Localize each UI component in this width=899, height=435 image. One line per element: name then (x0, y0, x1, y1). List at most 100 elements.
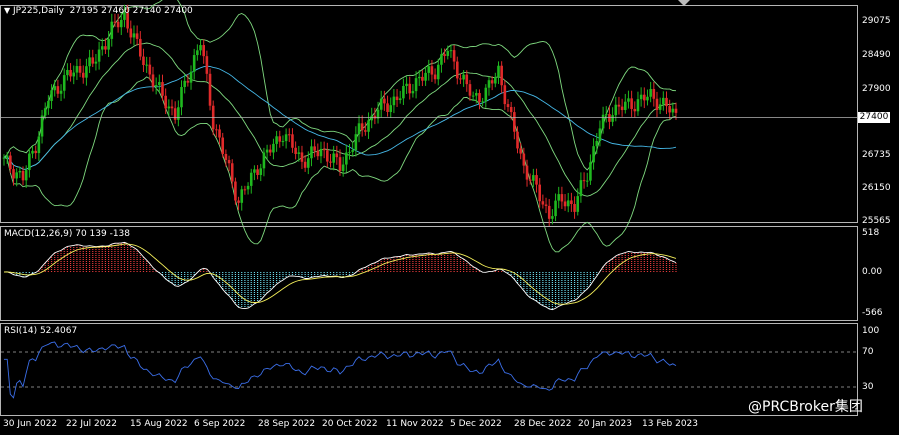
candle-body (519, 148, 522, 154)
candle-body (192, 55, 196, 72)
candle-body (386, 103, 389, 112)
candle-body (9, 155, 12, 170)
candle-body (506, 104, 510, 108)
candle-body (668, 106, 671, 113)
candle-body (516, 131, 519, 149)
candle-body (281, 141, 285, 143)
candle-body (620, 106, 624, 111)
candle-body (85, 66, 88, 78)
candle-body (503, 85, 507, 105)
price-tick: 29075 (862, 16, 891, 26)
candle-body (202, 45, 205, 57)
candle-body (332, 153, 335, 163)
candle-body (525, 165, 529, 180)
candle-body (5, 155, 9, 158)
candle-body (604, 114, 608, 116)
candle-body (649, 88, 652, 97)
candle-body (462, 74, 465, 80)
candle-body (639, 94, 643, 100)
price-tick: 27900 (862, 84, 891, 94)
candle-body (614, 104, 618, 116)
candle-body (528, 179, 532, 181)
candle-body (199, 45, 202, 51)
candle-body (338, 157, 342, 172)
candle-body (28, 153, 31, 171)
dropdown-arrow-icon[interactable]: ▼ (4, 6, 10, 15)
candle-body (446, 51, 450, 56)
candle-body (563, 201, 567, 207)
chart-canvas[interactable] (0, 0, 899, 435)
candle-body (12, 169, 15, 179)
candle-body (351, 150, 354, 152)
candle-body (265, 149, 269, 153)
candle-body (383, 98, 386, 104)
candle-body (598, 128, 602, 142)
candle-body (348, 151, 351, 153)
candle-body (313, 146, 316, 151)
candle-body (497, 65, 500, 77)
date-label: 5 Dec 2022 (450, 419, 502, 429)
candle-body (234, 181, 237, 201)
candle-body (50, 90, 53, 102)
candle-body (665, 97, 668, 107)
candle-body (449, 50, 453, 52)
rsi-tick: 30 (862, 382, 874, 392)
candle-body (227, 159, 231, 164)
candle-body (34, 150, 37, 154)
candle-body (443, 54, 446, 56)
date-label: 13 Feb 2023 (642, 419, 699, 429)
rsi-tick: 100 (862, 326, 880, 336)
candle-body (643, 94, 646, 101)
candle-body (53, 86, 57, 91)
price-tick: 26735 (862, 150, 891, 160)
candle-body (69, 69, 72, 77)
candle-body (509, 107, 513, 113)
candle-body (119, 19, 123, 28)
candle-body (411, 91, 415, 94)
candle-body (658, 104, 662, 110)
candle-body (367, 120, 370, 132)
date-label: 20 Oct 2022 (322, 419, 378, 429)
candle-body (490, 80, 494, 84)
candle-body (272, 143, 275, 153)
candle-body (94, 61, 98, 64)
price-tick: 25565 (862, 216, 891, 226)
candle-body (183, 80, 186, 88)
chart-header: ▼ JP225,Daily 27195 27460 27140 27400 (4, 6, 193, 16)
candle-body (104, 46, 107, 50)
macd-label: MACD(12,26,9) 70 139 -138 (4, 229, 130, 239)
candle-body (459, 78, 462, 80)
date-label: 22 Jul 2022 (66, 419, 117, 429)
candle-body (256, 169, 259, 175)
candle-body (582, 180, 586, 182)
candle-body (78, 66, 82, 73)
candle-body (97, 49, 101, 62)
candle-body (627, 98, 630, 102)
candle-body (262, 152, 266, 169)
macd-tick: -566 (862, 308, 883, 318)
candle-body (47, 101, 50, 109)
candle-body (43, 108, 47, 116)
candle-body (164, 95, 167, 109)
candle-body (541, 201, 545, 205)
candle-body (364, 130, 367, 132)
candle-body (15, 172, 18, 179)
candle-body (37, 136, 41, 154)
candle-body (142, 56, 145, 65)
candle-body (592, 146, 595, 163)
candle-body (357, 123, 361, 135)
candle-body (75, 66, 79, 73)
candle-body (319, 148, 323, 157)
candle-body (662, 97, 665, 105)
rsi-tick: 70 (862, 347, 874, 357)
candle-body (674, 108, 678, 113)
candle-body (389, 105, 393, 112)
candle-body (433, 74, 437, 80)
candle-body (395, 96, 399, 101)
candle-body (113, 21, 117, 23)
candle-body (611, 115, 614, 122)
candle-body (633, 108, 637, 112)
candle-body (275, 136, 278, 144)
candle-body (21, 170, 25, 181)
candle-body (370, 115, 373, 121)
